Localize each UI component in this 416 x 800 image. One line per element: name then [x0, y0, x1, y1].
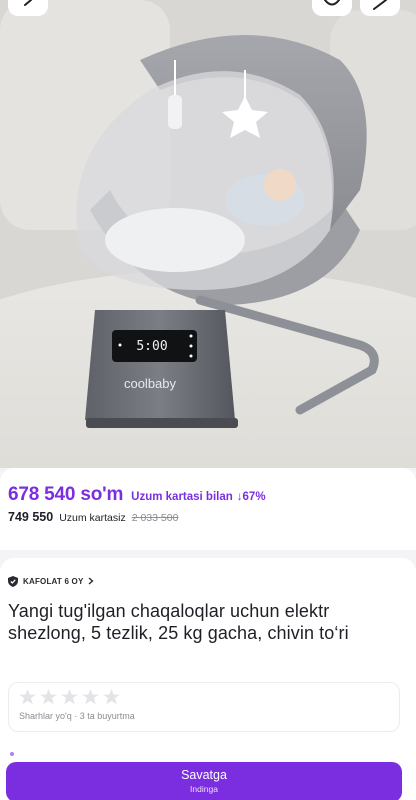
add-to-cart-label: Savatga: [181, 768, 227, 782]
product-image[interactable]: 5:00 coolbaby: [0, 0, 416, 468]
rating-summary[interactable]: Sharhlar yo'q · 3 ta buyurtma: [8, 682, 400, 732]
price-with-card: 678 540 so'm Uzum kartasi bilan ↓67%: [8, 484, 406, 506]
shield-icon: [8, 575, 18, 587]
add-to-cart-button[interactable]: Savatga Indinga: [6, 762, 402, 800]
heart-icon: [324, 0, 340, 6]
price-card: 678 540 so'm Uzum kartasi bilan ↓67% 749…: [0, 468, 416, 550]
star-icon: [19, 689, 36, 705]
price-main-note: Uzum kartasi bilan: [131, 491, 233, 503]
price-old: 2 033 500: [131, 512, 179, 524]
brand-logo: coolbaby: [124, 376, 177, 391]
chevron-right-icon: [89, 577, 95, 585]
review-summary: Sharhlar yo'q · 3 ta buyurtma: [19, 711, 135, 721]
favorite-button[interactable]: [312, 0, 352, 16]
price-without-card-note: Uzum kartasiz: [59, 512, 126, 524]
star-icon: [82, 689, 99, 705]
star-icon: [103, 689, 120, 705]
star-icon: [40, 689, 57, 705]
star-rating: [19, 689, 389, 705]
display-time: 5:00: [136, 339, 167, 354]
price-main: 678 540 so'm: [8, 484, 124, 505]
product-photo: 5:00 coolbaby: [0, 0, 416, 468]
share-button[interactable]: [360, 0, 400, 16]
chevron-left-icon: [24, 0, 32, 6]
share-icon: [373, 0, 387, 10]
price-without-card: 749 550 Uzum kartasiz 2 033 500: [8, 510, 406, 524]
carousel-indicator: [10, 752, 14, 756]
warranty-link[interactable]: KAFOLAT 6 OY: [8, 574, 408, 588]
product-title: Yangi tug'ilgan chaqaloqlar uchun elektr…: [8, 601, 349, 643]
warranty-label: KAFOLAT 6 OY: [23, 576, 84, 586]
delivery-label: Indinga: [190, 784, 218, 794]
product-page: 5:00 coolbaby 678 540 so'm Uzum kartasi …: [0, 0, 416, 800]
discount-badge: ↓67%: [236, 491, 266, 503]
star-icon: [61, 689, 78, 705]
back-button[interactable]: [8, 0, 48, 16]
price-without-card-value: 749 550: [8, 510, 54, 524]
